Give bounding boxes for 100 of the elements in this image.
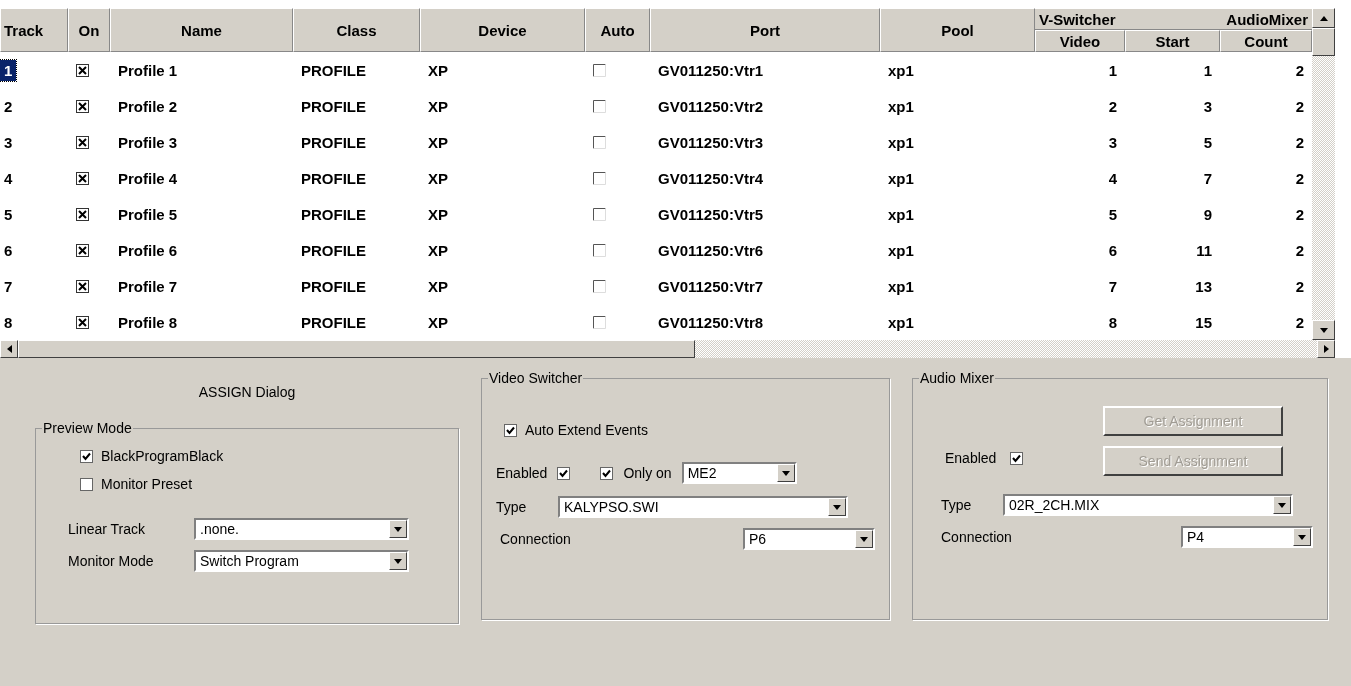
checkbox[interactable]: [76, 171, 89, 185]
checkbox[interactable]: [76, 243, 89, 257]
checkbox[interactable]: [80, 449, 93, 463]
checkbox-label: Monitor Preset: [101, 476, 193, 492]
checkbox[interactable]: [80, 477, 93, 491]
field-label: Type: [941, 497, 973, 513]
column-header[interactable]: On: [68, 8, 110, 52]
column-group-header: V-Switcher: [1039, 10, 1116, 28]
table-cell: GV011250:Vtr4: [658, 169, 764, 187]
table-cell: XP: [428, 313, 448, 331]
table-cell: Profile 7: [118, 277, 178, 295]
table-cell: Profile 8: [118, 313, 178, 331]
table-cell: 7: [1108, 277, 1117, 295]
checkbox[interactable]: [76, 279, 89, 293]
checkbox-label: BlackProgramBlack: [101, 448, 224, 464]
scroll-right-icon[interactable]: [1317, 340, 1335, 358]
column-header[interactable]: Pool: [880, 8, 1035, 52]
column-header[interactable]: Start: [1125, 30, 1220, 52]
dropdown[interactable]: P4: [1181, 526, 1313, 548]
field-label: Monitor Mode: [68, 553, 155, 569]
table-cell: 15: [1195, 313, 1212, 331]
checkbox[interactable]: [504, 423, 517, 437]
checkbox[interactable]: [593, 99, 606, 113]
table-cell: XP: [428, 97, 448, 115]
column-group-header: AudioMixer: [1226, 10, 1308, 28]
table-cell: XP: [428, 205, 448, 223]
table-cell: xp1: [888, 169, 914, 187]
table-cell: GV011250:Vtr7: [658, 277, 764, 295]
table-cell: 2: [1108, 97, 1117, 115]
table-cell: 2: [1295, 241, 1304, 259]
table-cell: Profile 6: [118, 241, 178, 259]
checkbox[interactable]: [557, 466, 571, 480]
table-cell: PROFILE: [301, 277, 366, 295]
checkbox[interactable]: [76, 207, 89, 221]
table-cell: Profile 2: [118, 97, 178, 115]
table-cell: xp1: [888, 133, 914, 151]
column-header[interactable]: Port: [650, 8, 880, 52]
dropdown[interactable]: P6: [743, 528, 875, 550]
table-cell: 3: [1108, 133, 1117, 151]
dialog-title: ASSIGN Dialog: [197, 384, 297, 400]
table-cell[interactable]: 2: [0, 95, 17, 117]
column-header[interactable]: Track: [0, 8, 68, 52]
dropdown[interactable]: 02R_2CH.MIX: [1003, 494, 1293, 516]
checkbox[interactable]: [593, 135, 606, 149]
table-cell: xp1: [888, 205, 914, 223]
table-cell[interactable]: 8: [0, 311, 17, 333]
group-title: Video Switcher: [488, 370, 584, 386]
checkbox[interactable]: [1010, 451, 1024, 465]
group-title: Preview Mode: [42, 420, 133, 436]
table-cell[interactable]: 5: [0, 203, 17, 225]
dropdown[interactable]: KALYPSO.SWI: [558, 496, 848, 518]
checkbox[interactable]: [76, 315, 89, 329]
table-cell: 2: [1295, 97, 1304, 115]
dropdown[interactable]: Switch Program: [194, 550, 409, 572]
table-cell: xp1: [888, 241, 914, 259]
table-cell: xp1: [888, 97, 914, 115]
checkbox[interactable]: [76, 135, 89, 149]
checkbox[interactable]: [600, 466, 614, 480]
column-header[interactable]: Name: [110, 8, 293, 52]
column-header[interactable]: Class: [293, 8, 420, 52]
column-header[interactable]: Video: [1035, 30, 1125, 52]
checkbox-label: Enabled: [945, 450, 997, 466]
dropdown[interactable]: ME2: [681, 462, 797, 484]
checkbox[interactable]: [76, 63, 89, 77]
field-label: Type: [496, 499, 528, 515]
table-cell: Profile 5: [118, 205, 178, 223]
table-cell: 7: [1203, 169, 1212, 187]
table-cell[interactable]: 4: [0, 167, 17, 189]
horizontal-scrollbar[interactable]: [0, 340, 1335, 358]
table-cell[interactable]: 1: [0, 59, 17, 81]
checkbox[interactable]: [593, 207, 606, 221]
table-cell: XP: [428, 241, 448, 259]
table-cell[interactable]: 7: [0, 275, 17, 297]
checkbox[interactable]: [593, 63, 606, 77]
column-header[interactable]: Count: [1220, 30, 1312, 52]
table-cell: PROFILE: [301, 61, 366, 79]
scroll-left-icon[interactable]: [0, 340, 18, 358]
checkbox[interactable]: [593, 315, 606, 329]
table-cell: 2: [1295, 61, 1304, 79]
column-header[interactable]: Device: [420, 8, 585, 52]
scroll-up-icon[interactable]: [1312, 8, 1335, 28]
table-cell: GV011250:Vtr3: [658, 133, 764, 151]
dropdown[interactable]: .none.: [194, 518, 409, 540]
checkbox[interactable]: [76, 99, 89, 113]
table-cell: PROFILE: [301, 241, 366, 259]
table-cell[interactable]: 3: [0, 131, 17, 153]
scroll-thumb[interactable]: [18, 340, 695, 358]
scroll-down-icon[interactable]: [1312, 320, 1335, 340]
table-cell: Profile 1: [118, 61, 178, 79]
scroll-thumb[interactable]: [1312, 28, 1335, 56]
checkbox[interactable]: [593, 243, 606, 257]
table-cell[interactable]: 6: [0, 239, 17, 261]
checkbox[interactable]: [593, 171, 606, 185]
table-cell: 5: [1108, 205, 1117, 223]
table-cell: 4: [1108, 169, 1117, 187]
column-header[interactable]: Auto: [585, 8, 650, 52]
checkbox[interactable]: [593, 279, 606, 293]
table-cell: 2: [1295, 313, 1304, 331]
table-cell: GV011250:Vtr6: [658, 241, 764, 259]
vertical-scrollbar[interactable]: [1312, 8, 1335, 340]
